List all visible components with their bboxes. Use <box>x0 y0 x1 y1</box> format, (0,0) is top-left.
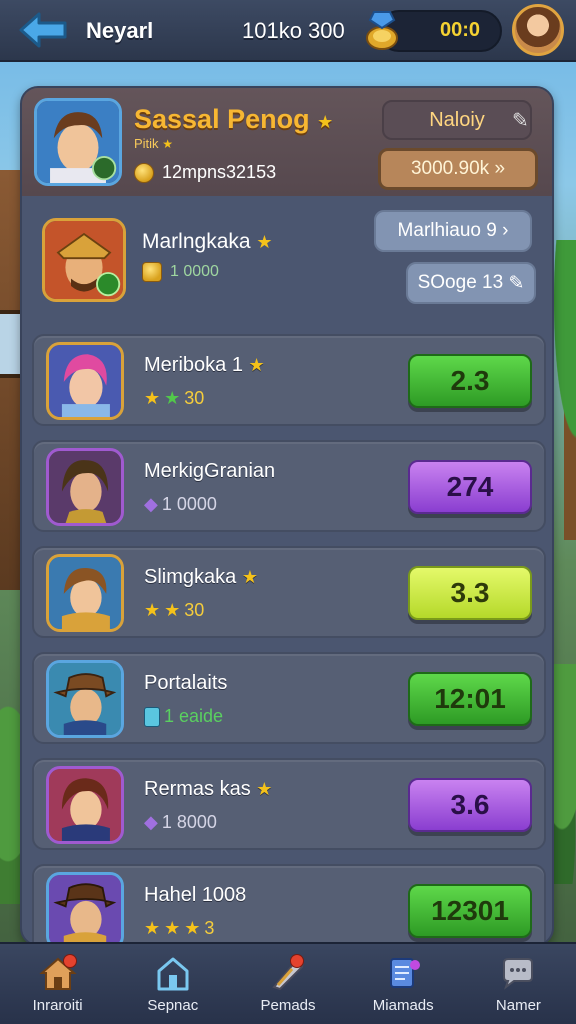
star-icon: ★ <box>164 918 181 938</box>
leaderboard-row[interactable]: MerkigGranian ◆ 1 0000 274 <box>32 440 546 532</box>
row-name: Portalaits <box>144 672 228 694</box>
ranger-portrait-icon <box>49 875 121 944</box>
leaderboard-row[interactable]: Rermas kas ★ ◆ 1 8000 3.6 <box>32 758 546 850</box>
featured-name: Marlngkaka ★ <box>142 230 273 253</box>
rogue-portrait-icon <box>49 769 121 841</box>
chat-icon <box>503 957 534 990</box>
star-icon: ★ <box>248 355 265 375</box>
profile-coins: 12mpns32153 <box>134 162 276 183</box>
row-rating: ◆ 1 0000 <box>144 494 217 514</box>
star-icon: ★ <box>144 388 161 408</box>
star-icon: ★ <box>241 567 258 587</box>
coin-icon <box>142 262 162 282</box>
coin-icon <box>134 162 154 183</box>
row-value-button[interactable]: 12301 <box>408 884 532 938</box>
warrior-portrait-icon <box>45 221 123 299</box>
scroll-icon <box>390 957 421 988</box>
row-name: MerkigGranian <box>144 460 276 482</box>
chevron-icon: » <box>494 158 506 179</box>
row-name: Rermas kas ★ <box>144 778 273 800</box>
nav-item-shop[interactable]: Sepnac <box>115 944 230 1024</box>
row-rating: ◆ 1 8000 <box>144 812 217 832</box>
player-avatar[interactable] <box>512 4 564 56</box>
chevron-icon: › <box>502 220 509 241</box>
row-portrait <box>46 448 124 526</box>
nav-label: Miamads <box>372 996 434 1014</box>
star-icon: ★ <box>184 918 201 938</box>
back-button[interactable] <box>16 10 70 50</box>
bottom-navigation: Inraroiti Sepnac Pemads Miamads Namer <box>0 942 576 1024</box>
gem-icon: ◆ <box>144 494 158 514</box>
row-portrait <box>46 872 124 944</box>
coins-value: 12mpns32153 <box>162 162 277 182</box>
row-portrait <box>46 342 124 420</box>
featured-coins: 1 0000 <box>142 262 219 282</box>
pink-hero-portrait-icon <box>49 345 121 417</box>
potion-icon <box>144 706 160 727</box>
edit-icon: ✎ <box>508 272 525 294</box>
row-portrait <box>46 660 124 738</box>
nav-label: Namer <box>495 996 541 1014</box>
cowboy-portrait-icon <box>49 663 121 735</box>
star-icon: ★ <box>164 600 181 620</box>
row-value-button[interactable]: 3.3 <box>408 566 532 620</box>
star-icon: ★ <box>144 918 161 938</box>
profile-portrait[interactable] <box>34 98 122 186</box>
page-title: Neyarl <box>86 18 154 43</box>
profile-action-button[interactable]: Naloiy <box>382 100 532 140</box>
row-value-button[interactable]: 274 <box>408 460 532 514</box>
profile-name: Sassal Penog ★ <box>134 104 334 134</box>
row-rating: ★ ★ ★ 3 <box>144 918 215 938</box>
hero-portrait-icon <box>37 101 119 183</box>
row-portrait <box>46 766 124 844</box>
leaderboard-row[interactable]: Slimgkaka ★ ★ ★ 30 3.3 <box>32 546 546 638</box>
row-name: Hahel 1008 <box>144 884 247 906</box>
star-icon: ★ <box>144 600 161 620</box>
profile-value-button[interactable]: 3000.90k » <box>378 148 538 190</box>
star-icon: ★ <box>317 112 334 132</box>
gem-icon: ◆ <box>144 812 158 832</box>
nav-item-quests[interactable]: Pemads <box>230 944 345 1024</box>
row-value-button[interactable]: 3.6 <box>408 778 532 832</box>
leaderboard-panel: Sassal Penog ★ Pitik ★ 12mpns32153 Naloi… <box>20 86 554 946</box>
nav-label: Pemads <box>260 996 316 1014</box>
leaderboard-row[interactable]: Hahel 1008 ★ ★ ★ 3 12301 <box>32 864 546 944</box>
star-icon: ★ <box>164 388 181 408</box>
row-name: Slimgkaka ★ <box>144 566 258 588</box>
star-icon: ★ <box>256 232 273 252</box>
row-rating: ★ ★ 30 <box>144 600 205 620</box>
score-display: 101ko 300 <box>242 18 345 43</box>
leaderboard-row[interactable]: Portalaits 1 eaide 12:01 <box>32 652 546 744</box>
star-icon: ★ <box>162 137 173 151</box>
top-bar: Neyarl 101ko 300 00:0 <box>0 0 576 62</box>
nav-label: Inraroiti <box>32 996 83 1014</box>
nav-item-chat[interactable]: Namer <box>461 944 576 1024</box>
star-icon: ★ <box>256 779 273 799</box>
featured-primary-button[interactable]: Marlhiauo 9 › <box>374 210 532 252</box>
profile-subtitle: Pitik ★ <box>134 136 173 151</box>
notification-badge <box>289 954 304 968</box>
archer-portrait-icon <box>49 557 121 629</box>
leaderboard-row[interactable]: Meriboka 1 ★ ★ ★ 30 2.3 <box>32 334 546 426</box>
nav-item-missions[interactable]: Miamads <box>346 944 461 1024</box>
nav-label: Sepnac <box>147 996 199 1014</box>
featured-secondary-button[interactable]: SOoge 13 ✎ <box>406 262 536 304</box>
profile-card: Sassal Penog ★ Pitik ★ 12mpns32153 Naloi… <box>22 88 552 196</box>
nav-item-home[interactable]: Inraroiti <box>0 944 115 1024</box>
row-rating: 1 eaide <box>144 706 223 727</box>
featured-portrait[interactable] <box>42 218 126 302</box>
row-value-button[interactable]: 2.3 <box>408 354 532 408</box>
elf-portrait-icon <box>49 451 121 523</box>
back-arrow-icon <box>19 12 67 48</box>
row-rating: ★ ★ 30 <box>144 388 205 408</box>
currency-value: 00:0 <box>440 19 481 41</box>
coin-gem-icon <box>366 11 398 50</box>
row-value-button[interactable]: 12:01 <box>408 672 532 726</box>
edit-icon[interactable]: ✎ <box>512 108 534 132</box>
house-icon <box>157 957 189 990</box>
row-portrait <box>46 554 124 632</box>
row-name: Meriboka 1 ★ <box>144 354 265 376</box>
